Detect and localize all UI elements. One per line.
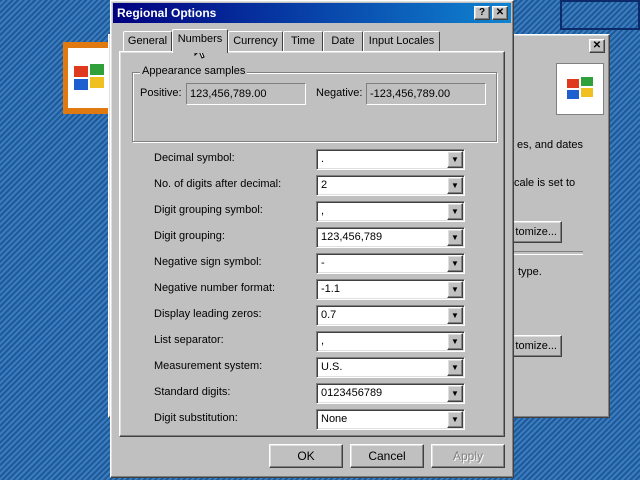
tab-time[interactable]: Time — [283, 31, 323, 51]
display-leading-zeros-select[interactable]: 0.7 ▼ — [316, 305, 465, 326]
ok-button[interactable]: OK — [269, 444, 343, 468]
measurement-system-select[interactable]: U.S. ▼ — [316, 357, 465, 378]
close-button[interactable]: ✕ — [492, 6, 508, 20]
chevron-down-icon[interactable]: ▼ — [447, 385, 463, 402]
apply-button[interactable]: Apply — [431, 444, 505, 468]
tab-input-locales[interactable]: Input Locales — [363, 31, 440, 51]
tab-general[interactable]: General — [123, 31, 172, 51]
negative-label: Negative: — [316, 87, 363, 99]
decimal-symbol-select[interactable]: . ▼ — [316, 149, 465, 170]
appearance-samples-title: Appearance samples — [140, 65, 248, 77]
standard-digits-label: Standard digits: — [154, 386, 231, 398]
negative-sign-symbol-select[interactable]: - ▼ — [316, 253, 465, 274]
background-separator — [511, 251, 583, 255]
chevron-down-icon[interactable]: ▼ — [447, 411, 463, 428]
appearance-samples-group: Appearance samples Positive: 123,456,789… — [132, 65, 497, 142]
negative-number-format-select[interactable]: -1.1 ▼ — [316, 279, 465, 300]
chevron-down-icon[interactable]: ▼ — [447, 333, 463, 350]
chevron-down-icon[interactable]: ▼ — [447, 151, 463, 168]
positive-sample: 123,456,789.00 — [186, 83, 306, 105]
numbers-tab-panel: Appearance samples Positive: 123,456,789… — [119, 51, 505, 437]
negative-number-format-label: Negative number format: — [154, 282, 276, 294]
negative-sample: -123,456,789.00 — [366, 83, 486, 105]
background-customize-button-1[interactable]: tomize... — [510, 221, 562, 243]
tab-currency[interactable]: Currency — [228, 31, 283, 51]
list-separator-label: List separator: — [154, 334, 224, 346]
tab-numbers[interactable]: Numbers — [172, 29, 228, 53]
digits-after-decimal-label: No. of digits after decimal: — [154, 178, 282, 190]
chevron-down-icon[interactable]: ▼ — [447, 229, 463, 246]
dialog-titlebar[interactable]: Regional Options ? ✕ — [113, 3, 511, 23]
background-close-button[interactable]: ✕ — [589, 39, 605, 53]
digit-substitution-label: Digit substitution: — [154, 412, 238, 424]
digit-grouping-symbol-select[interactable]: , ▼ — [316, 201, 465, 222]
chevron-down-icon[interactable]: ▼ — [447, 359, 463, 376]
digit-grouping-select[interactable]: 123,456,789 ▼ — [316, 227, 465, 248]
background-text-locale: cale is set to — [514, 177, 576, 189]
digits-after-decimal-select[interactable]: 2 ▼ — [316, 175, 465, 196]
negative-sign-symbol-label: Negative sign symbol: — [154, 256, 262, 268]
standard-digits-select[interactable]: 0123456789 ▼ — [316, 383, 465, 404]
chevron-down-icon[interactable]: ▼ — [447, 255, 463, 272]
chevron-down-icon[interactable]: ▼ — [447, 281, 463, 298]
chevron-down-icon[interactable]: ▼ — [447, 203, 463, 220]
decimal-symbol-label: Decimal symbol: — [154, 152, 235, 164]
digit-grouping-label: Digit grouping: — [154, 230, 225, 242]
background-window-edge — [560, 0, 640, 30]
digit-substitution-select[interactable]: None ▼ — [316, 409, 465, 430]
background-customize-button-2[interactable]: tomize... — [510, 335, 562, 357]
list-separator-select[interactable]: , ▼ — [316, 331, 465, 352]
regional-options-dialog: Regional Options ? ✕ General Numbers Cur… — [110, 0, 514, 478]
chevron-down-icon[interactable]: ▼ — [447, 177, 463, 194]
tab-date[interactable]: Date — [323, 31, 363, 51]
help-button[interactable]: ? — [474, 6, 490, 20]
digit-grouping-symbol-label: Digit grouping symbol: — [154, 204, 263, 216]
cancel-button[interactable]: Cancel — [350, 444, 424, 468]
positive-label: Positive: — [140, 87, 182, 99]
background-text-type: type. — [518, 266, 542, 278]
windows-flag-icon — [556, 63, 604, 115]
chevron-down-icon[interactable]: ▼ — [447, 307, 463, 324]
background-text-dates: es, and dates — [517, 139, 584, 151]
measurement-system-label: Measurement system: — [154, 360, 263, 372]
windows-logo-icon — [68, 48, 110, 108]
display-leading-zeros-label: Display leading zeros: — [154, 308, 262, 320]
dialog-title: Regional Options — [117, 6, 217, 20]
